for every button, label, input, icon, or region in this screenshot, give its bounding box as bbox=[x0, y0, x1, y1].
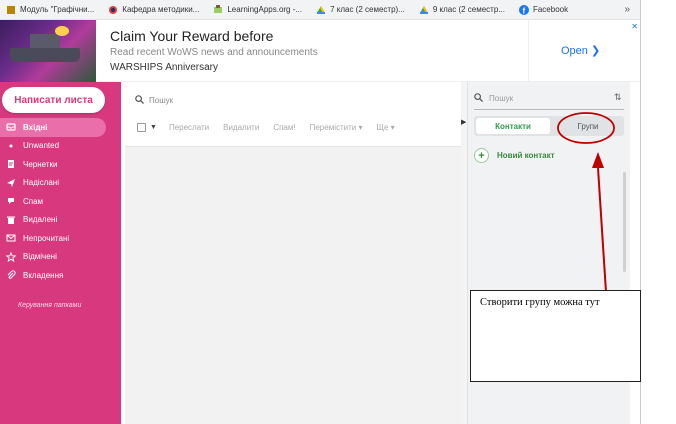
expand-arrow-icon[interactable]: ▶ bbox=[461, 118, 466, 126]
bookmarks-bar: Модуль "Графічни... Кафедра методики... … bbox=[0, 0, 640, 20]
compose-button[interactable]: Написати листа bbox=[2, 87, 105, 113]
facebook-icon: f bbox=[518, 4, 529, 15]
sidebar-item-label: Unwanted bbox=[23, 141, 60, 151]
sidebar-item-label: Вхідні bbox=[23, 122, 48, 132]
sidebar-item-attachments[interactable]: Вкладення bbox=[0, 266, 121, 285]
more-button[interactable]: Ще ▾ bbox=[376, 123, 394, 132]
bookmark-grade7[interactable]: 7 клас (2 семестр)... bbox=[316, 5, 405, 15]
ad-subtitle: Read recent WoWS news and announcements bbox=[110, 47, 318, 58]
chevron-down-icon: ▾ bbox=[358, 122, 363, 132]
sidebar-item-label: Відмічені bbox=[23, 252, 57, 262]
spam-icon bbox=[6, 196, 16, 206]
move-label: Перемістити bbox=[309, 122, 357, 132]
bookmark-grade9[interactable]: 9 клас (2 семестр... bbox=[419, 5, 505, 15]
sidebar-item-spam[interactable]: Спам bbox=[0, 192, 121, 211]
sidebar-item-label: Непрочитані bbox=[23, 233, 70, 243]
ad-title: Claim Your Reward before bbox=[110, 28, 274, 44]
inbox-icon bbox=[6, 122, 16, 132]
ad-banner[interactable]: Claim Your Reward before Read recent WoW… bbox=[0, 20, 640, 82]
annotation-callout: Створити групу можна тут bbox=[470, 290, 641, 382]
plus-icon: + bbox=[474, 148, 489, 163]
ad-close-icon[interactable]: ✕ bbox=[631, 22, 638, 31]
star-icon bbox=[6, 251, 16, 262]
search-icon bbox=[135, 94, 144, 106]
tab-contacts[interactable]: Контакти bbox=[476, 118, 550, 134]
sort-icon[interactable]: ⇅ bbox=[614, 92, 622, 103]
sidebar-item-sent[interactable]: Надіслані bbox=[0, 174, 121, 193]
sent-icon bbox=[6, 178, 16, 188]
sidebar: Написати листа Вхідні Unwanted Чернетки … bbox=[0, 82, 121, 424]
department-icon bbox=[108, 5, 118, 15]
new-contact-label: Новий контакт bbox=[497, 151, 555, 160]
sidebar-item-label: Чернетки bbox=[23, 159, 58, 169]
svg-text:f: f bbox=[522, 6, 525, 15]
sidebar-item-unwanted[interactable]: Unwanted bbox=[0, 137, 121, 156]
page-edge bbox=[640, 0, 676, 424]
ad-open-label: Open bbox=[561, 45, 588, 57]
chevron-right-icon: ❯ bbox=[590, 45, 601, 57]
dot-icon bbox=[6, 141, 16, 151]
search-icon bbox=[474, 93, 483, 104]
unread-icon bbox=[6, 233, 16, 243]
sidebar-item-label: Надіслані bbox=[23, 178, 59, 188]
ad-divider bbox=[528, 20, 529, 82]
mail-list-pane: Пошук ▼ Переслати Видалити Спам! Переміс… bbox=[121, 82, 461, 424]
manage-folders-link[interactable]: Керування папками bbox=[18, 302, 81, 309]
folder-list: Вхідні Unwanted Чернетки Надіслані Спам bbox=[0, 118, 121, 285]
bookmark-label: 9 клас (2 семестр... bbox=[432, 5, 505, 14]
spam-button[interactable]: Спам! bbox=[273, 123, 295, 132]
message-list bbox=[125, 146, 461, 424]
mail-search[interactable]: Пошук bbox=[135, 91, 315, 109]
bookmark-module[interactable]: Модуль "Графічни... bbox=[6, 5, 94, 15]
trash-icon bbox=[6, 215, 16, 225]
bookmark-label: 7 клас (2 семестр)... bbox=[330, 5, 405, 14]
contacts-search[interactable]: Пошук bbox=[474, 88, 624, 110]
sidebar-item-label: Вкладення bbox=[23, 270, 64, 280]
sidebar-item-drafts[interactable]: Чернетки bbox=[0, 155, 121, 174]
new-contact-button[interactable]: + Новий контакт bbox=[474, 148, 555, 163]
bookmark-label: LearningApps.org -... bbox=[227, 5, 303, 14]
ad-open-button[interactable]: Open ❯ bbox=[561, 44, 600, 57]
delete-button[interactable]: Видалити bbox=[223, 123, 259, 132]
ad-image bbox=[0, 20, 96, 82]
contacts-search-input[interactable]: Пошук bbox=[489, 94, 513, 103]
bookmark-department[interactable]: Кафедра методики... bbox=[108, 5, 199, 15]
module-icon bbox=[6, 5, 16, 15]
forward-button[interactable]: Переслати bbox=[169, 123, 209, 132]
attachment-icon bbox=[6, 270, 16, 280]
bookmarks-more-button[interactable]: » bbox=[624, 4, 630, 15]
contacts-scrollbar[interactable] bbox=[623, 172, 626, 272]
tab-groups[interactable]: Групи bbox=[556, 118, 620, 134]
select-all-checkbox[interactable] bbox=[137, 122, 146, 132]
learningapps-icon bbox=[213, 4, 223, 15]
sidebar-item-label: Видалені bbox=[23, 215, 58, 225]
drive-icon bbox=[419, 5, 429, 15]
bookmark-facebook[interactable]: f Facebook bbox=[518, 4, 569, 15]
bookmark-label: Кафедра методики... bbox=[122, 5, 200, 14]
drive-icon bbox=[316, 5, 326, 15]
mail-toolbar: ▼ Переслати Видалити Спам! Перемістити ▾… bbox=[137, 120, 409, 134]
sidebar-item-label: Спам bbox=[23, 196, 44, 206]
sidebar-item-inbox[interactable]: Вхідні bbox=[0, 118, 106, 137]
sidebar-item-unread[interactable]: Непрочитані bbox=[0, 229, 121, 248]
bookmark-label: Facebook bbox=[532, 5, 569, 14]
bookmark-label: Модуль "Графічни... bbox=[20, 5, 95, 14]
draft-icon bbox=[6, 159, 16, 169]
move-button[interactable]: Перемістити ▾ bbox=[310, 123, 363, 132]
chevron-down-icon[interactable]: ▼ bbox=[150, 124, 157, 131]
sidebar-item-flagged[interactable]: Відмічені bbox=[0, 248, 121, 267]
chevron-down-icon: ▾ bbox=[390, 122, 395, 132]
contacts-tabs: Контакти Групи bbox=[474, 116, 624, 136]
sidebar-item-trash[interactable]: Видалені bbox=[0, 211, 121, 230]
ad-brand: WARSHIPS Anniversary bbox=[110, 62, 218, 73]
mail-search-input[interactable]: Пошук bbox=[149, 96, 173, 105]
bookmark-learningapps[interactable]: LearningApps.org -... bbox=[213, 4, 303, 15]
more-label: Ще bbox=[376, 122, 389, 132]
